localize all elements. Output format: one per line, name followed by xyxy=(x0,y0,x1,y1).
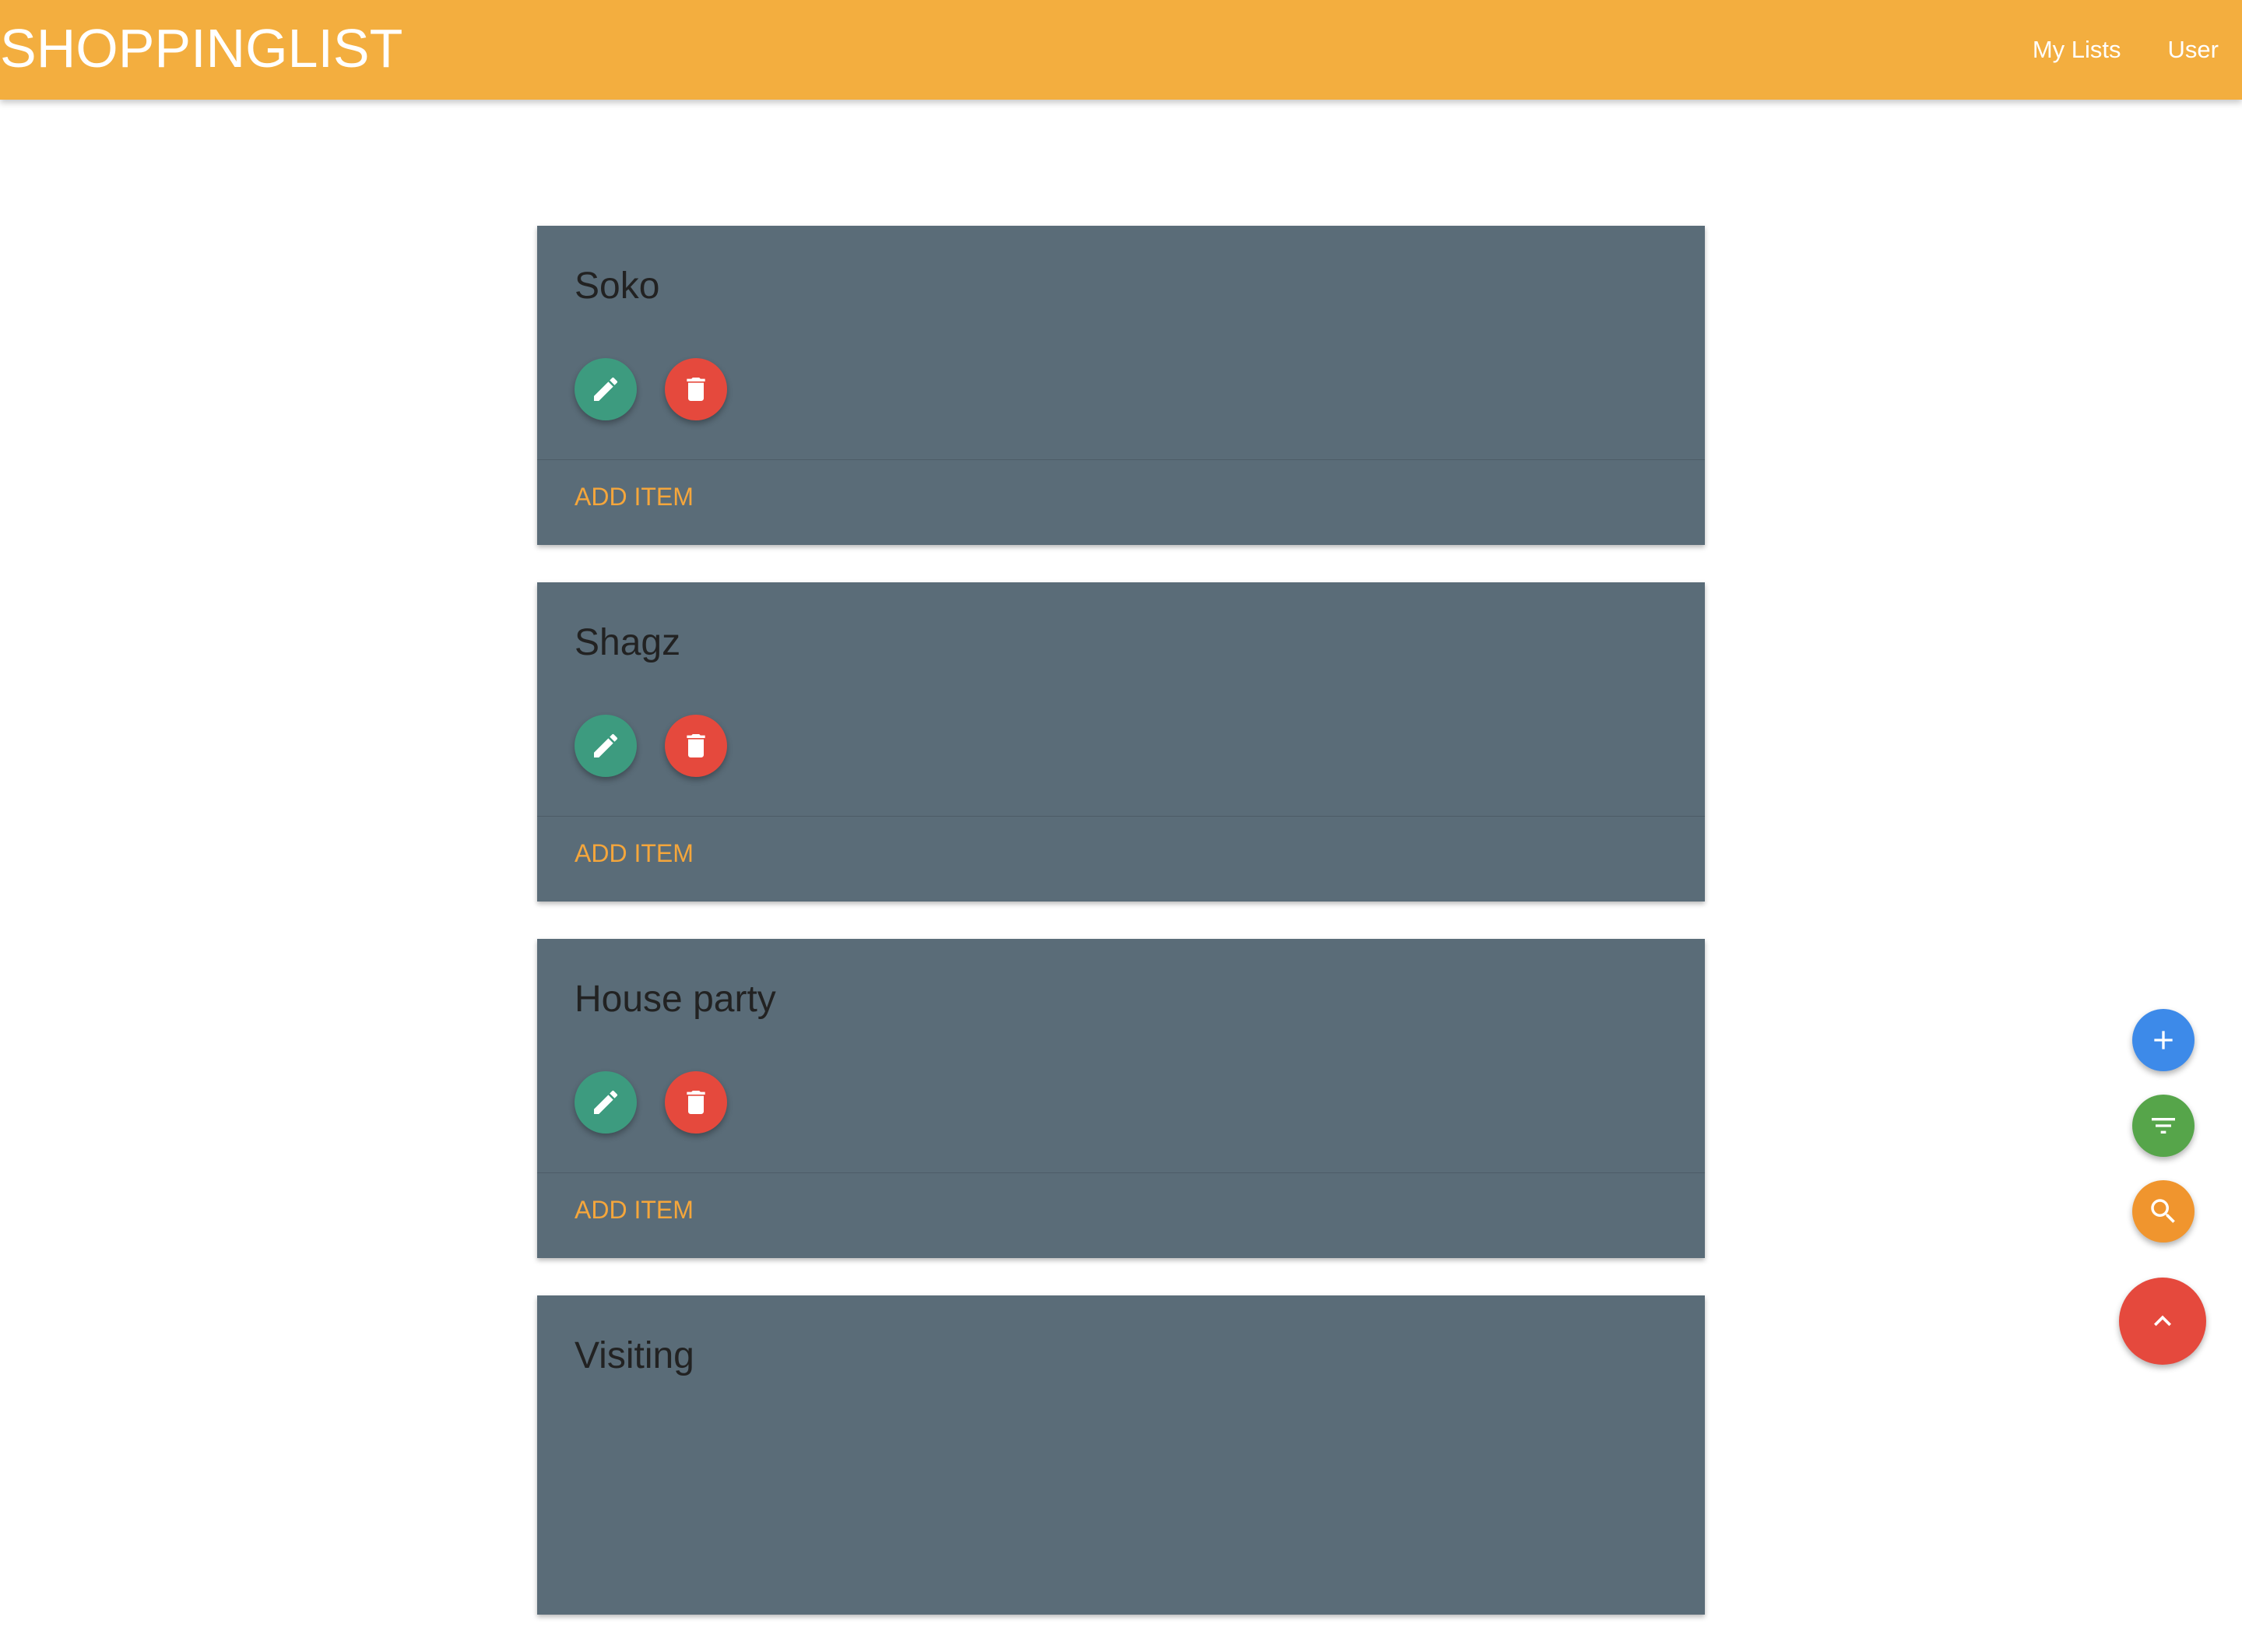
list-card: Soko ADD ITEM xyxy=(537,226,1705,545)
search-icon xyxy=(2147,1195,2180,1228)
list-card: Shagz ADD ITEM xyxy=(537,582,1705,902)
nav-link-my-lists[interactable]: My Lists xyxy=(2033,36,2121,64)
delete-list-button[interactable] xyxy=(665,715,727,777)
delete-list-button[interactable] xyxy=(665,358,727,420)
filter-button[interactable] xyxy=(2132,1095,2195,1157)
trash-icon xyxy=(680,1087,712,1118)
nav-links: My Lists User xyxy=(1986,0,2219,100)
scroll-top-button[interactable] xyxy=(2119,1278,2206,1365)
add-item-button[interactable]: ADD ITEM xyxy=(575,481,694,512)
chevron-up-icon xyxy=(2145,1304,2180,1338)
pencil-icon xyxy=(590,374,621,405)
pencil-icon xyxy=(590,1087,621,1118)
pencil-icon xyxy=(590,730,621,761)
plus-icon xyxy=(2148,1025,2179,1056)
filter-icon xyxy=(2148,1110,2179,1141)
app-brand[interactable]: SHOPPINGLIST xyxy=(0,17,402,79)
edit-list-button[interactable] xyxy=(575,715,637,777)
card-divider xyxy=(537,816,1705,817)
edit-list-button[interactable] xyxy=(575,358,637,420)
list-title: Shagz xyxy=(575,622,681,663)
list-card: House party ADD ITEM xyxy=(537,939,1705,1258)
search-button[interactable] xyxy=(2132,1180,2195,1243)
list-title: House party xyxy=(575,979,776,1020)
edit-list-button[interactable] xyxy=(575,1071,637,1134)
trash-icon xyxy=(680,730,712,761)
list-card: Visiting xyxy=(537,1295,1705,1615)
list-title: Soko xyxy=(575,265,660,307)
add-list-button[interactable] xyxy=(2132,1009,2195,1071)
card-divider xyxy=(537,1172,1705,1173)
top-navbar: SHOPPINGLIST My Lists User xyxy=(0,0,2242,100)
add-item-button[interactable]: ADD ITEM xyxy=(575,1194,694,1225)
delete-list-button[interactable] xyxy=(665,1071,727,1134)
nav-link-user[interactable]: User xyxy=(2168,36,2219,64)
trash-icon xyxy=(680,374,712,405)
add-item-button[interactable]: ADD ITEM xyxy=(575,838,694,869)
shopping-lists: Soko ADD ITEM Shagz ADD ITEM House party… xyxy=(537,226,1705,1652)
card-divider xyxy=(537,459,1705,460)
list-title: Visiting xyxy=(575,1335,694,1376)
